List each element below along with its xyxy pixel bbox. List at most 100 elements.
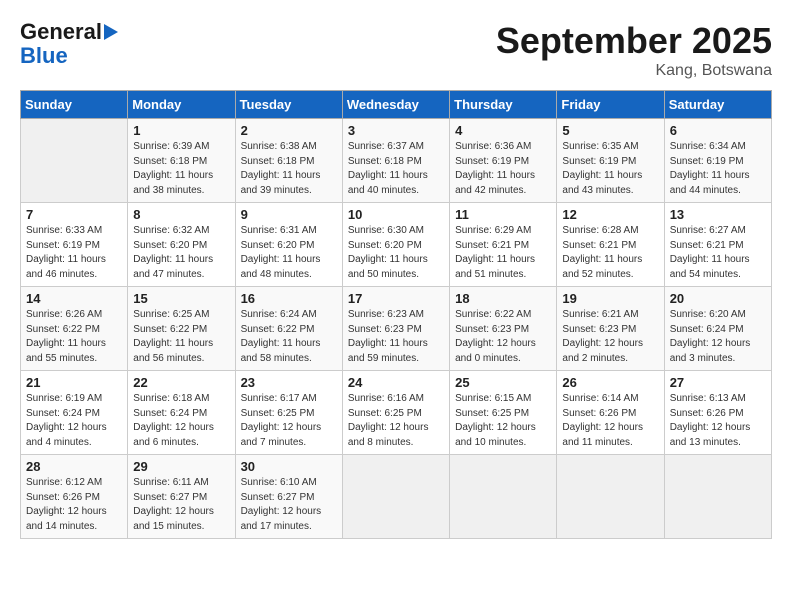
day-number: 24	[348, 375, 444, 390]
calendar-cell: 13Sunrise: 6:27 AM Sunset: 6:21 PM Dayli…	[664, 203, 771, 287]
calendar-body: 1 Sunrise: 6:39 AM Sunset: 6:18 PM Daylig…	[21, 119, 772, 539]
day-info: Sunrise: 6:21 AM Sunset: 6:23 PM Dayligh…	[562, 308, 658, 366]
day-number: 14	[26, 291, 122, 306]
day-number: 2	[241, 123, 337, 138]
day-info: Sunrise: 6:17 AM Sunset: 6:25 PM Dayligh…	[241, 392, 337, 450]
day-number: 30	[241, 459, 337, 474]
calendar-cell: 10Sunrise: 6:30 AM Sunset: 6:20 PM Dayli…	[342, 203, 449, 287]
day-number: 12	[562, 207, 658, 222]
month-title: September 2025	[496, 20, 772, 62]
calendar-cell	[557, 455, 664, 539]
day-header-monday: Monday	[128, 91, 235, 119]
day-info: Sunrise: 6:33 AM Sunset: 6:19 PM Dayligh…	[26, 224, 122, 282]
calendar-cell: 14Sunrise: 6:26 AM Sunset: 6:22 PM Dayli…	[21, 287, 128, 371]
day-info: Sunrise: 6:38 AM Sunset: 6:18 PM Dayligh…	[241, 140, 337, 198]
calendar-cell: 9 Sunrise: 6:31 AM Sunset: 6:20 PM Daylig…	[235, 203, 342, 287]
calendar-cell: 12 Sunrise: 6:28 AM Sunset: 6:21 PM Dayli…	[557, 203, 664, 287]
day-header-tuesday: Tuesday	[235, 91, 342, 119]
calendar-cell: 27 Sunrise: 6:13 AM Sunset: 6:26 PM Dayli…	[664, 371, 771, 455]
day-info: Sunrise: 6:37 AM Sunset: 6:18 PM Dayligh…	[348, 140, 444, 198]
logo-blue: Blue	[20, 44, 68, 68]
calendar-week-row: 14Sunrise: 6:26 AM Sunset: 6:22 PM Dayli…	[21, 287, 772, 371]
day-number: 26	[562, 375, 658, 390]
day-info: Sunrise: 6:28 AM Sunset: 6:21 PM Dayligh…	[562, 224, 658, 282]
day-number: 17	[348, 291, 444, 306]
calendar-cell	[664, 455, 771, 539]
day-info: Sunrise: 6:32 AM Sunset: 6:20 PM Dayligh…	[133, 224, 229, 282]
day-number: 11	[455, 207, 551, 222]
calendar-cell: 6 Sunrise: 6:34 AM Sunset: 6:19 PM Daylig…	[664, 119, 771, 203]
calendar-cell: 7Sunrise: 6:33 AM Sunset: 6:19 PM Daylig…	[21, 203, 128, 287]
calendar-cell	[342, 455, 449, 539]
calendar-table: SundayMondayTuesdayWednesdayThursdayFrid…	[20, 90, 772, 539]
day-number: 3	[348, 123, 444, 138]
day-info: Sunrise: 6:30 AM Sunset: 6:20 PM Dayligh…	[348, 224, 444, 282]
calendar-cell: 25Sunrise: 6:15 AM Sunset: 6:25 PM Dayli…	[450, 371, 557, 455]
day-number: 27	[670, 375, 766, 390]
day-info: Sunrise: 6:19 AM Sunset: 6:24 PM Dayligh…	[26, 392, 122, 450]
day-info: Sunrise: 6:34 AM Sunset: 6:19 PM Dayligh…	[670, 140, 766, 198]
day-info: Sunrise: 6:14 AM Sunset: 6:26 PM Dayligh…	[562, 392, 658, 450]
calendar-cell: 1 Sunrise: 6:39 AM Sunset: 6:18 PM Daylig…	[128, 119, 235, 203]
day-info: Sunrise: 6:27 AM Sunset: 6:21 PM Dayligh…	[670, 224, 766, 282]
calendar-week-row: 1 Sunrise: 6:39 AM Sunset: 6:18 PM Daylig…	[21, 119, 772, 203]
day-number: 18	[455, 291, 551, 306]
day-info: Sunrise: 6:11 AM Sunset: 6:27 PM Dayligh…	[133, 476, 229, 534]
day-info: Sunrise: 6:36 AM Sunset: 6:19 PM Dayligh…	[455, 140, 551, 198]
calendar-cell: 5 Sunrise: 6:35 AM Sunset: 6:19 PM Daylig…	[557, 119, 664, 203]
day-info: Sunrise: 6:35 AM Sunset: 6:19 PM Dayligh…	[562, 140, 658, 198]
calendar-cell: 26 Sunrise: 6:14 AM Sunset: 6:26 PM Dayli…	[557, 371, 664, 455]
calendar-cell: 30 Sunrise: 6:10 AM Sunset: 6:27 PM Dayli…	[235, 455, 342, 539]
day-header-saturday: Saturday	[664, 91, 771, 119]
day-header-friday: Friday	[557, 91, 664, 119]
calendar-cell: 2 Sunrise: 6:38 AM Sunset: 6:18 PM Daylig…	[235, 119, 342, 203]
day-number: 9	[241, 207, 337, 222]
day-info: Sunrise: 6:10 AM Sunset: 6:27 PM Dayligh…	[241, 476, 337, 534]
day-header-sunday: Sunday	[21, 91, 128, 119]
day-info: Sunrise: 6:15 AM Sunset: 6:25 PM Dayligh…	[455, 392, 551, 450]
calendar-cell: 3 Sunrise: 6:37 AM Sunset: 6:18 PM Daylig…	[342, 119, 449, 203]
day-number: 1	[133, 123, 229, 138]
day-info: Sunrise: 6:22 AM Sunset: 6:23 PM Dayligh…	[455, 308, 551, 366]
day-info: Sunrise: 6:24 AM Sunset: 6:22 PM Dayligh…	[241, 308, 337, 366]
location: Kang, Botswana	[496, 62, 772, 80]
calendar-cell: 17 Sunrise: 6:23 AM Sunset: 6:23 PM Dayli…	[342, 287, 449, 371]
day-number: 5	[562, 123, 658, 138]
day-header-wednesday: Wednesday	[342, 91, 449, 119]
day-info: Sunrise: 6:25 AM Sunset: 6:22 PM Dayligh…	[133, 308, 229, 366]
day-number: 20	[670, 291, 766, 306]
calendar-cell	[450, 455, 557, 539]
calendar-cell: 28Sunrise: 6:12 AM Sunset: 6:26 PM Dayli…	[21, 455, 128, 539]
page-header: General Blue September 2025 Kang, Botswa…	[20, 20, 772, 80]
calendar-header-row: SundayMondayTuesdayWednesdayThursdayFrid…	[21, 91, 772, 119]
day-info: Sunrise: 6:23 AM Sunset: 6:23 PM Dayligh…	[348, 308, 444, 366]
calendar-cell: 11Sunrise: 6:29 AM Sunset: 6:21 PM Dayli…	[450, 203, 557, 287]
day-number: 19	[562, 291, 658, 306]
day-info: Sunrise: 6:39 AM Sunset: 6:18 PM Dayligh…	[133, 140, 229, 198]
calendar-week-row: 28Sunrise: 6:12 AM Sunset: 6:26 PM Dayli…	[21, 455, 772, 539]
calendar-week-row: 21 Sunrise: 6:19 AM Sunset: 6:24 PM Dayli…	[21, 371, 772, 455]
day-info: Sunrise: 6:12 AM Sunset: 6:26 PM Dayligh…	[26, 476, 122, 534]
calendar-cell: 23 Sunrise: 6:17 AM Sunset: 6:25 PM Dayli…	[235, 371, 342, 455]
logo-arrow-icon	[104, 24, 118, 40]
calendar-cell: 18 Sunrise: 6:22 AM Sunset: 6:23 PM Dayli…	[450, 287, 557, 371]
day-info: Sunrise: 6:20 AM Sunset: 6:24 PM Dayligh…	[670, 308, 766, 366]
calendar-cell: 8 Sunrise: 6:32 AM Sunset: 6:20 PM Daylig…	[128, 203, 235, 287]
day-number: 6	[670, 123, 766, 138]
day-number: 4	[455, 123, 551, 138]
day-info: Sunrise: 6:31 AM Sunset: 6:20 PM Dayligh…	[241, 224, 337, 282]
logo-general: General	[20, 20, 102, 44]
calendar-cell: 19 Sunrise: 6:21 AM Sunset: 6:23 PM Dayli…	[557, 287, 664, 371]
day-number: 23	[241, 375, 337, 390]
day-header-thursday: Thursday	[450, 91, 557, 119]
day-number: 21	[26, 375, 122, 390]
logo: General Blue	[20, 20, 118, 68]
calendar-cell: 20 Sunrise: 6:20 AM Sunset: 6:24 PM Dayli…	[664, 287, 771, 371]
day-number: 29	[133, 459, 229, 474]
calendar-cell	[21, 119, 128, 203]
day-number: 8	[133, 207, 229, 222]
calendar-week-row: 7Sunrise: 6:33 AM Sunset: 6:19 PM Daylig…	[21, 203, 772, 287]
calendar-cell: 21 Sunrise: 6:19 AM Sunset: 6:24 PM Dayli…	[21, 371, 128, 455]
calendar-cell: 22Sunrise: 6:18 AM Sunset: 6:24 PM Dayli…	[128, 371, 235, 455]
day-info: Sunrise: 6:13 AM Sunset: 6:26 PM Dayligh…	[670, 392, 766, 450]
